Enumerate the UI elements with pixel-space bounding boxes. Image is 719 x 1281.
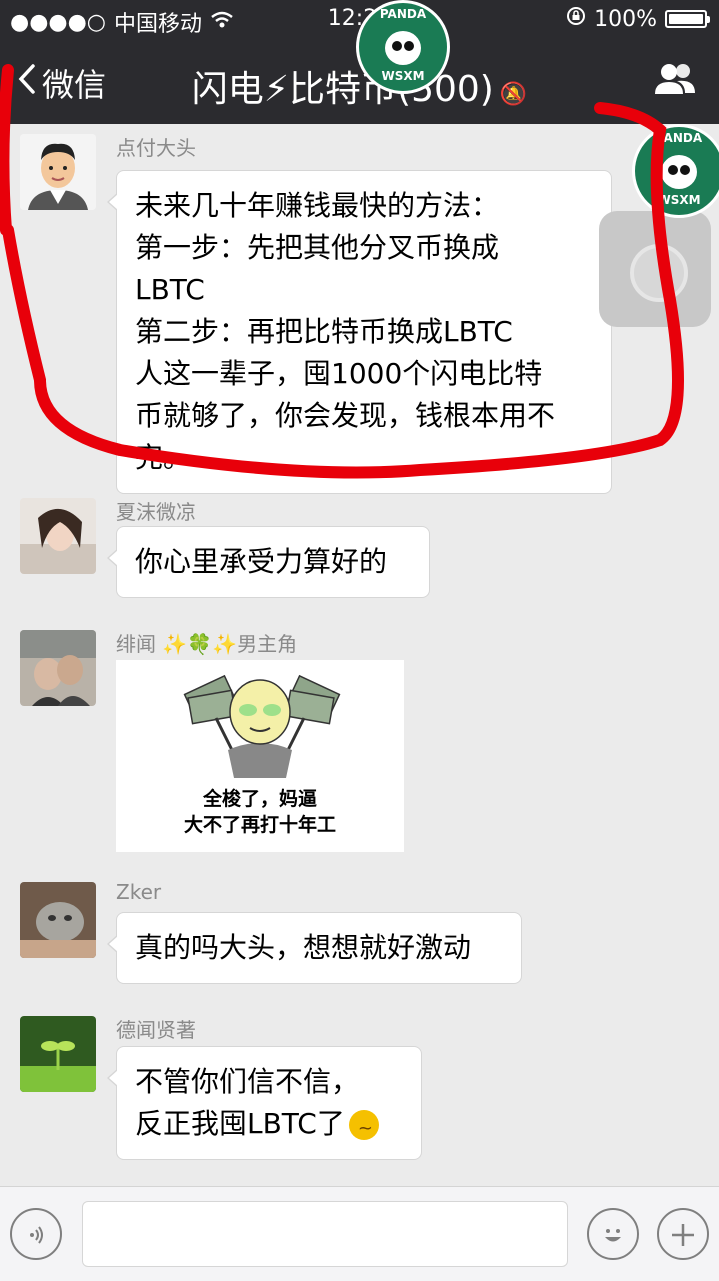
message-line: 完。	[135, 441, 192, 474]
panda-icon	[661, 155, 697, 189]
panda-icon	[385, 31, 421, 65]
money-right-icon	[285, 674, 341, 725]
group-icon	[653, 64, 697, 105]
sender-name: 德闻贤著	[116, 1018, 196, 1042]
message-bubble[interactable]: 你心里承受力算好的	[107, 526, 430, 598]
message-line: 真的吗大头，想想就好激动	[135, 931, 472, 964]
status-right: 100%	[566, 6, 710, 32]
message-input[interactable]	[82, 1201, 568, 1267]
watermark-bottom-text: WSXM	[657, 193, 701, 207]
message-bubble[interactable]: 真的吗大头，想想就好激动	[107, 912, 522, 984]
group-info-button[interactable]	[653, 62, 697, 105]
emoji-icon	[598, 1216, 628, 1251]
battery-percent: 100%	[594, 6, 657, 32]
assistive-touch-ring	[630, 244, 688, 302]
chat-title: 闪电⚡比特币(500) 🔕	[0, 60, 719, 112]
avatar[interactable]	[20, 630, 96, 706]
watermark-logo: PANDA WSXM	[632, 124, 719, 218]
message-line: 第一步：先把其他分叉币换成	[135, 231, 500, 264]
message-line: 币就够了，你会发现，钱根本用不	[135, 399, 556, 432]
message-line: LBTC	[135, 273, 205, 306]
emoji-button[interactable]	[587, 1208, 639, 1260]
message-line: 第二步：再把比特币换成LBTC	[135, 315, 513, 348]
mute-bell-icon: 🔕	[499, 82, 528, 107]
sticker-caption: 大不了再打十年工	[183, 814, 336, 836]
message-bubble[interactable]: 不管你们信不信， 反正我囤LBTC了	[107, 1046, 422, 1160]
plus-icon	[669, 1216, 697, 1251]
battery-fill	[669, 14, 703, 24]
message-line: 未来几十年赚钱最快的方法：	[135, 189, 500, 222]
avatar[interactable]	[20, 882, 96, 958]
watermark-logo: PANDA WSXM	[356, 0, 450, 94]
sticker-image[interactable]: 全梭了，妈逼 大不了再打十年工	[116, 660, 404, 852]
message-line: 你心里承受力算好的	[135, 545, 388, 578]
money-left-icon	[183, 674, 237, 725]
message-line: 反正我囤LBTC了	[135, 1103, 403, 1150]
message-bubble[interactable]: 未来几十年赚钱最快的方法： 第一步：先把其他分叉币换成 LBTC 第二步：再把比…	[107, 170, 612, 494]
avatar[interactable]	[20, 134, 96, 210]
sender-name: 点付大头	[116, 136, 196, 160]
sender-name: 夏沫微凉	[116, 500, 196, 524]
watermark-bottom-text: WSXM	[381, 69, 425, 83]
message-line: 不管你们信不信，	[135, 1065, 360, 1098]
avatar[interactable]	[20, 498, 96, 574]
message-line-text: 反正我囤LBTC了	[135, 1107, 345, 1140]
battery-icon	[665, 10, 710, 28]
chat-title-text: 闪电⚡比特币(500)	[191, 69, 494, 110]
rotation-lock-icon	[566, 6, 586, 32]
sticker-caption: 全梭了，妈逼	[202, 788, 317, 810]
avatar[interactable]	[20, 1016, 96, 1092]
voice-button[interactable]	[10, 1208, 62, 1260]
assistive-touch-button[interactable]	[599, 211, 711, 327]
watermark-top-text: PANDA	[655, 131, 703, 145]
crying-laughing-emoji-icon	[348, 1108, 379, 1150]
input-bar	[0, 1186, 719, 1281]
message-line: 人这一辈子，囤1000个闪电比特	[135, 357, 543, 390]
plus-button[interactable]	[657, 1208, 709, 1260]
voice-icon	[23, 1216, 49, 1251]
sender-name: 绯闻 ✨🍀✨男主角	[116, 632, 298, 656]
sender-name: Zker	[116, 880, 162, 904]
watermark-top-text: PANDA	[379, 7, 427, 21]
